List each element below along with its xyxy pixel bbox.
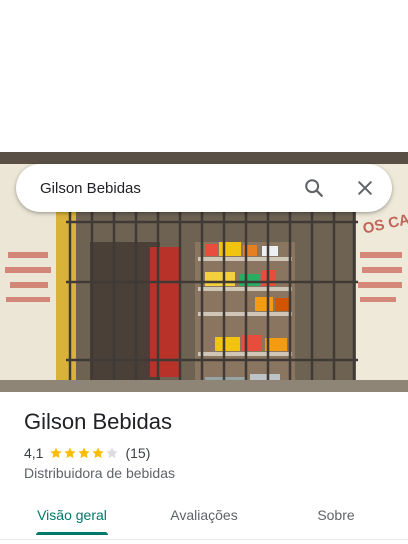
search-bar	[16, 164, 392, 212]
star-icon-3	[78, 447, 91, 459]
review-count[interactable]: (15)	[125, 445, 150, 461]
close-icon[interactable]	[349, 172, 381, 204]
search-input[interactable]	[40, 164, 290, 212]
star-icon-4	[92, 447, 105, 459]
star-empty-icon	[106, 447, 119, 459]
place-tabs: Visão geral Avaliações Sobre	[0, 496, 408, 536]
tabs-divider	[0, 539, 408, 540]
star-icon-2	[64, 447, 77, 459]
tab-about[interactable]: Sobre	[292, 496, 380, 534]
map-blank-area	[0, 0, 408, 152]
place-category[interactable]: Distribuidora de bebidas	[24, 465, 175, 481]
star-rating	[49, 446, 119, 460]
star-icon-1	[50, 447, 63, 459]
active-tab-indicator	[36, 532, 108, 535]
rating-value: 4,1	[24, 445, 44, 461]
rating-summary[interactable]: 4,1 (15)	[24, 444, 150, 462]
search-icon[interactable]	[298, 172, 330, 204]
place-title: Gilson Bebidas	[24, 409, 172, 434]
tab-overview[interactable]: Visão geral	[24, 496, 120, 534]
tab-reviews[interactable]: Avaliações	[156, 496, 252, 534]
